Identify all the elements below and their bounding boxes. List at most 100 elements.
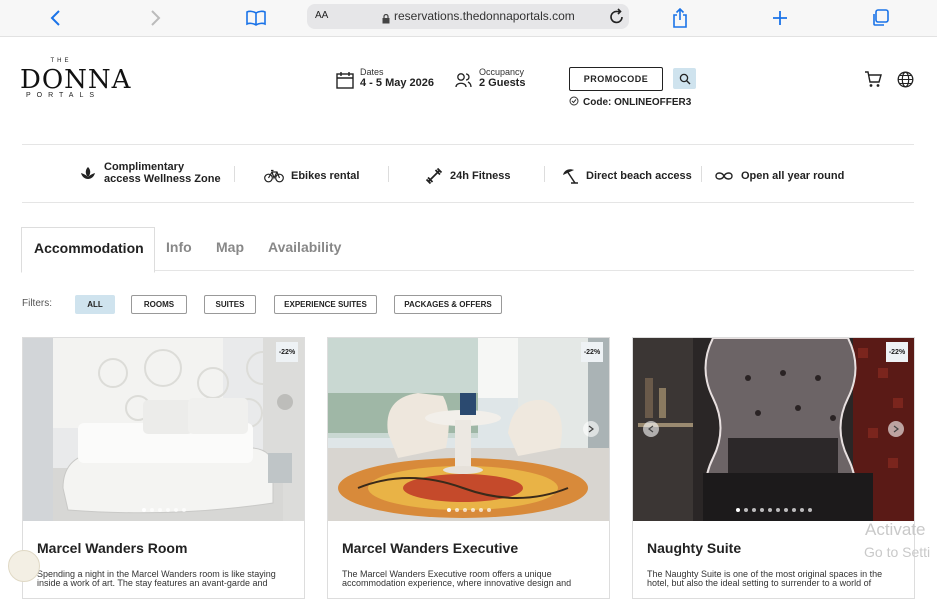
discount-badge: -22% bbox=[581, 342, 603, 362]
reload-icon[interactable] bbox=[609, 7, 625, 30]
occupancy-label: Occupancy bbox=[479, 67, 525, 77]
carousel-dot[interactable] bbox=[165, 508, 170, 512]
carousel-dot[interactable] bbox=[807, 508, 812, 512]
amenity-fitness-label: 24h Fitness bbox=[450, 170, 511, 182]
carousel-next-button[interactable] bbox=[583, 421, 599, 437]
room-photo[interactable] bbox=[633, 338, 914, 521]
tab-accommodation[interactable]: Accommodation bbox=[34, 240, 144, 256]
carousel-dot[interactable] bbox=[470, 508, 475, 512]
tab-availability[interactable]: Availability bbox=[268, 239, 341, 255]
header-divider bbox=[22, 144, 914, 145]
tab-map[interactable]: Map bbox=[216, 239, 244, 255]
reader-aa-button[interactable]: AA bbox=[315, 10, 328, 21]
language-globe-icon[interactable] bbox=[897, 71, 914, 93]
dates-label: Dates bbox=[360, 67, 384, 77]
carousel-dot[interactable] bbox=[791, 508, 796, 512]
room-card[interactable]: -22% Marcel Wanders Room Spending a nigh… bbox=[22, 337, 305, 599]
lotus-icon bbox=[79, 165, 97, 181]
share-icon[interactable] bbox=[668, 6, 692, 30]
chevron-left-icon bbox=[648, 425, 654, 433]
room-photo[interactable] bbox=[23, 338, 304, 521]
amenity-beach-label: Direct beach access bbox=[586, 170, 692, 182]
room-title[interactable]: Marcel Wanders Executive bbox=[342, 540, 518, 556]
room-photo[interactable] bbox=[328, 338, 609, 521]
carousel-dot[interactable] bbox=[751, 508, 756, 512]
filter-rooms[interactable]: ROOMS bbox=[131, 295, 187, 314]
carousel-dot[interactable] bbox=[157, 508, 162, 512]
carousel-dot[interactable] bbox=[775, 508, 780, 512]
amenity-wellness: Complimentary access Wellness Zone bbox=[79, 161, 221, 185]
carousel-next-button[interactable] bbox=[888, 421, 904, 437]
filter-experience-suites[interactable]: EXPERIENCE SUITES bbox=[274, 295, 377, 314]
accessibility-widget-button[interactable] bbox=[8, 550, 40, 582]
hotel-logo[interactable]: THE DONNA PORTALS bbox=[20, 58, 130, 102]
filter-suites[interactable]: SUITES bbox=[204, 295, 256, 314]
carousel-dot[interactable] bbox=[446, 508, 451, 512]
promocode-button[interactable]: PROMOCODE bbox=[569, 67, 663, 91]
back-icon[interactable] bbox=[44, 6, 68, 30]
carousel-dot[interactable] bbox=[735, 508, 740, 512]
bookmarks-icon[interactable] bbox=[244, 6, 268, 30]
carousel-dot[interactable] bbox=[141, 508, 146, 512]
logo-main: DONNA bbox=[20, 65, 132, 95]
search-icon bbox=[679, 73, 690, 84]
url-text: reservations.thedonnaportals.com bbox=[394, 9, 575, 23]
carousel-dot[interactable] bbox=[478, 508, 483, 512]
amenity-open-all-year-label: Open all year round bbox=[741, 170, 845, 182]
room-title[interactable]: Naughty Suite bbox=[647, 540, 741, 556]
lock-icon bbox=[382, 11, 390, 29]
new-tab-icon[interactable] bbox=[768, 6, 792, 30]
cart-icon[interactable] bbox=[864, 71, 882, 93]
room-title[interactable]: Marcel Wanders Room bbox=[37, 540, 187, 556]
carousel-dot[interactable] bbox=[462, 508, 467, 512]
amenity-separator bbox=[388, 166, 389, 182]
amenity-ebikes-label: Ebikes rental bbox=[291, 170, 360, 182]
chevron-right-icon bbox=[893, 425, 899, 433]
occupancy-value: 2 Guests bbox=[479, 77, 526, 89]
dumbbell-icon bbox=[425, 167, 443, 185]
amenities-divider bbox=[22, 202, 914, 203]
filter-all[interactable]: ALL bbox=[75, 295, 115, 314]
filters-label: Filters: bbox=[22, 298, 52, 309]
check-circle-icon bbox=[569, 96, 579, 106]
promo-code-applied: Code: ONLINEOFFER3 bbox=[569, 96, 691, 108]
room-description: The Naughty Suite is one of the most ori… bbox=[647, 570, 883, 588]
carousel-dot[interactable] bbox=[181, 508, 186, 512]
amenity-beach: Direct beach access bbox=[561, 164, 692, 188]
calendar-icon bbox=[336, 71, 354, 94]
carousel-dot[interactable] bbox=[759, 508, 764, 512]
carousel-dot[interactable] bbox=[783, 508, 788, 512]
carousel-dot[interactable] bbox=[173, 508, 178, 512]
dates-value: 4 - 5 May 2026 bbox=[360, 77, 434, 89]
amenity-separator bbox=[234, 166, 235, 182]
carousel-dots bbox=[23, 508, 304, 512]
chevron-right-icon bbox=[588, 425, 594, 433]
carousel-dots bbox=[633, 508, 914, 512]
guests-icon bbox=[455, 72, 473, 93]
promo-search-button[interactable] bbox=[673, 68, 696, 89]
carousel-dot[interactable] bbox=[743, 508, 748, 512]
amenity-separator bbox=[701, 166, 702, 182]
amenity-separator bbox=[544, 166, 545, 182]
promo-code-text: Code: ONLINEOFFER3 bbox=[583, 97, 692, 108]
infinity-icon bbox=[714, 171, 734, 181]
bicycle-icon bbox=[264, 169, 284, 183]
tab-info[interactable]: Info bbox=[166, 239, 192, 255]
tabs-overview-icon[interactable] bbox=[868, 6, 892, 30]
forward-icon[interactable] bbox=[143, 6, 167, 30]
address-bar[interactable]: AA reservations.thedonnaportals.com bbox=[307, 4, 629, 29]
room-description: Spending a night in the Marcel Wanders r… bbox=[37, 570, 276, 588]
room-description: The Marcel Wanders Executive room offers… bbox=[342, 570, 572, 588]
carousel-dot[interactable] bbox=[454, 508, 459, 512]
filter-packages-offers[interactable]: PACKAGES & OFFERS bbox=[394, 295, 502, 314]
umbrella-icon bbox=[561, 167, 579, 185]
carousel-dots bbox=[328, 508, 609, 512]
carousel-dot[interactable] bbox=[799, 508, 804, 512]
carousel-dot[interactable] bbox=[486, 508, 491, 512]
amenity-ebikes: Ebikes rental bbox=[264, 164, 359, 188]
room-card[interactable]: -22% Marcel Wanders Executive The Marcel… bbox=[327, 337, 610, 599]
carousel-prev-button[interactable] bbox=[643, 421, 659, 437]
amenity-wellness-line1: Complimentary bbox=[104, 161, 185, 173]
carousel-dot[interactable] bbox=[767, 508, 772, 512]
carousel-dot[interactable] bbox=[149, 508, 154, 512]
